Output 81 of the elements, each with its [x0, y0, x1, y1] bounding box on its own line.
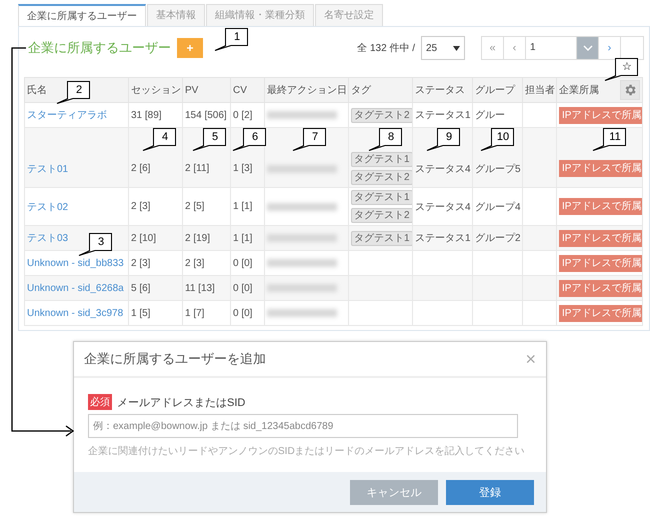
column-title: PV — [185, 84, 198, 96]
callout-label: 9 — [426, 128, 460, 151]
user-link[interactable]: テスト03 — [27, 233, 68, 244]
tab[interactable]: 名寄せ設定 — [315, 4, 383, 26]
table-cell: 2 [19] — [182, 226, 230, 250]
page-dropdown-button[interactable] — [577, 37, 599, 59]
required-badge: 必須 — [88, 394, 112, 410]
table-cell: ステータス1 — [412, 226, 472, 250]
register-button[interactable]: 登録 — [446, 480, 534, 504]
column-title: 企業所属 — [559, 84, 599, 97]
callout-label: 7 — [292, 128, 326, 151]
total-count: 全 132 件中 / — [357, 42, 415, 55]
callout-label: 8 — [368, 128, 402, 151]
callout-label: 2 — [56, 81, 90, 104]
column-title: ステータス — [415, 84, 465, 97]
tag-chip: タグテスト1 — [351, 152, 412, 167]
table-cell: 1 [5] — [128, 300, 182, 326]
table-cell: 1 [7] — [182, 300, 230, 326]
affiliation-badge[interactable]: IPアドレスで所属 — [559, 280, 642, 296]
column-title: タグ — [351, 84, 371, 97]
dialog-title: 企業に所属するユーザーを追加 — [84, 350, 266, 368]
affiliation-badge[interactable]: IPアドレスで所属 — [559, 106, 642, 124]
table-cell: 0 [0] — [230, 300, 264, 326]
callout-label: 3 — [78, 233, 112, 256]
affiliation-badge[interactable]: IPアドレスで所属 — [559, 254, 642, 272]
tag-chip: タグテスト1 — [351, 230, 412, 246]
callout-label: 10 — [480, 128, 514, 151]
help-text: 企業に関連付けたいリードやアンノウンのSIDまたはリードのメールアドレスを記入してください — [88, 444, 526, 458]
tag-chip: タグテスト2 — [351, 108, 412, 122]
user-link[interactable]: Unknown - sid_bb833 — [27, 258, 124, 268]
callout-label: 1 — [214, 28, 248, 51]
settings-icon — [623, 83, 637, 97]
blurred-date — [267, 234, 337, 242]
dropdown-caret-icon — [453, 46, 460, 50]
user-link[interactable]: Unknown - sid_3c978 — [27, 308, 124, 318]
column-title: グループ — [475, 84, 515, 97]
affiliation-badge[interactable]: IPアドレスで所属 — [559, 160, 642, 177]
per-page-select[interactable]: 25 — [421, 36, 465, 60]
cancel-button[interactable]: キャンセル — [350, 480, 438, 504]
user-link[interactable]: スターティアラボ — [27, 110, 107, 121]
tab[interactable]: 企業に所属するユーザー — [18, 4, 146, 26]
tab[interactable]: 組織情報・業種分類 — [206, 4, 314, 26]
tag-chip: タグテスト1 — [351, 190, 412, 205]
callout-label: 11 — [592, 128, 626, 151]
table-cell: 5 [6] — [128, 276, 182, 300]
blurred-date — [267, 259, 337, 267]
blurred-date — [267, 284, 337, 292]
column-title: 最終アクション日 — [267, 84, 347, 97]
blurred-date — [267, 111, 337, 119]
table-cell: 0 [0] — [230, 276, 264, 300]
blurred-date — [267, 202, 337, 210]
tab[interactable]: 基本情報 — [147, 4, 205, 26]
close-button[interactable]: × — [525, 348, 536, 370]
tag-chip: タグテスト2 — [351, 208, 412, 223]
table-cell: 1 [1] — [230, 226, 264, 250]
column-title: 担当者 — [525, 84, 555, 97]
table-cell: 2 [10] — [128, 226, 182, 250]
table-cell: 11 [13] — [182, 276, 230, 300]
email-sid-input[interactable]: 例：example@bownow.jp または sid_12345abcd6789 — [88, 414, 518, 438]
column-title: 氏名 — [27, 84, 47, 97]
callout-label: 4 — [142, 128, 176, 151]
affiliation-badge[interactable]: IPアドレスで所属 — [559, 304, 642, 322]
table-cell: グループ2 — [472, 226, 522, 250]
affiliation-badge[interactable]: IPアドレスで所属 — [559, 198, 642, 215]
settings-button[interactable] — [620, 80, 640, 100]
user-link[interactable]: Unknown - sid_6268a — [27, 282, 124, 294]
user-link[interactable]: テスト01 — [27, 164, 68, 174]
affiliation-badge[interactable]: IPアドレスで所属 — [559, 230, 642, 246]
field-label: メールアドレスまたはSID — [117, 396, 246, 410]
user-link[interactable]: テスト02 — [27, 202, 68, 212]
blurred-date — [267, 309, 337, 317]
tag-chip: タグテスト2 — [351, 170, 412, 185]
column-title: セッション — [131, 84, 181, 97]
column-title: CV — [233, 84, 247, 96]
callout-label: 5 — [192, 128, 226, 151]
callout-label: 6 — [232, 128, 266, 151]
add-button[interactable]: + — [177, 38, 203, 58]
section-title: 企業に所属するユーザー — [28, 39, 171, 57]
blurred-date — [267, 164, 337, 172]
chevron-down-icon — [582, 45, 592, 51]
callout-label: ☆ — [604, 58, 638, 81]
